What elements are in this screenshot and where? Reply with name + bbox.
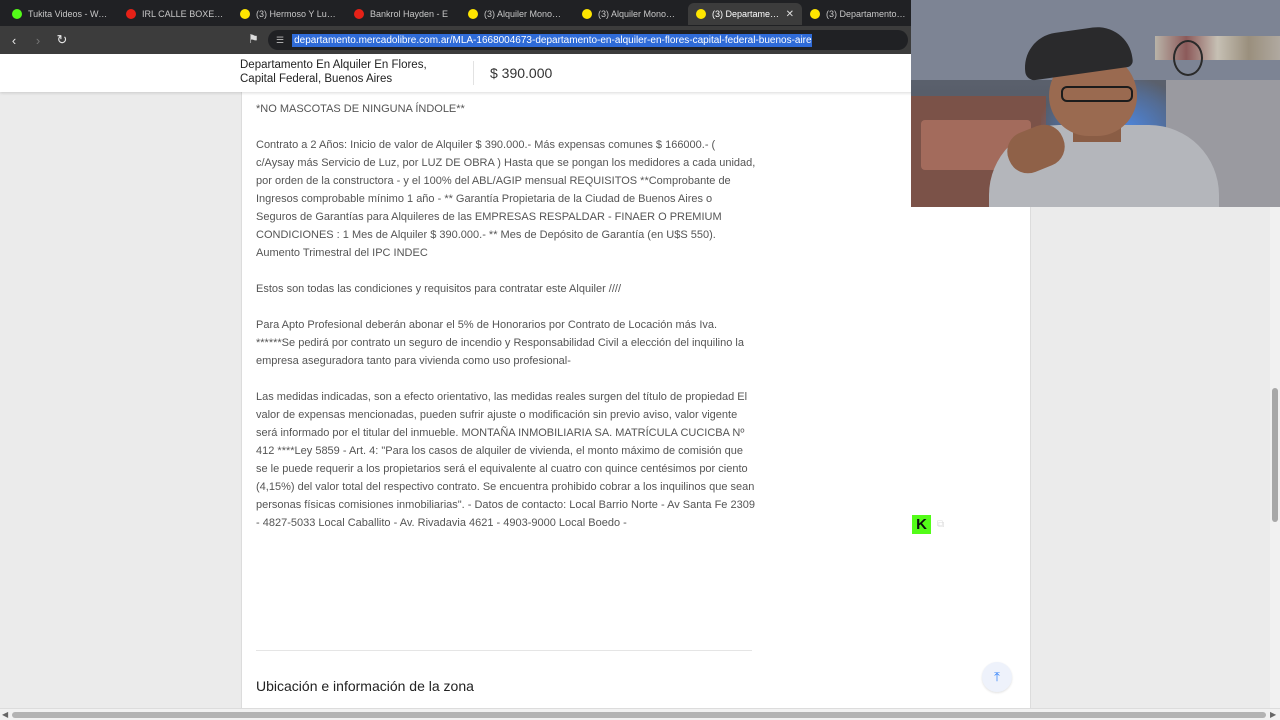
description-paragraph: Contrato a 2 Años: Inicio de valor de Al… [256,139,756,259]
description-paragraph [256,118,756,136]
reload-icon[interactable]: ↻ [52,30,72,50]
tab-label: IRL CALLE BOXEO CON [142,9,224,19]
bookmark-icon[interactable]: ⚑ [248,32,259,46]
mercadolibre-icon [240,9,250,19]
description-paragraph: Las medidas indicadas, son a efecto orie… [256,391,755,529]
vertical-scrollbar-thumb[interactable] [1272,388,1278,522]
forward-icon[interactable]: › [28,30,48,50]
webcam-clock [1173,40,1203,76]
close-icon[interactable]: ✕ [786,9,794,20]
mercadolibre-icon [696,9,706,19]
tab-label: (3) Departamento [712,9,782,19]
webcam-overlay [911,0,1280,207]
scroll-left-icon[interactable]: ◀ [2,710,8,719]
kick-icon [12,9,22,19]
tab-label: (3) Alquiler Monoamb [484,9,566,19]
tab-label: Tukita Videos - Watch [28,9,110,19]
youtube-icon [354,9,364,19]
tab-label: Bankrol Hayden - Ε [370,9,449,19]
arrow-up-icon: ⤒ [994,669,1000,684]
mercadolibre-icon [582,9,592,19]
description-paragraph [256,262,756,280]
kick-overlay: K ⧉ [912,515,944,534]
address-bar[interactable]: ☰ departamento.mercadolibre.com.ar/MLA-1… [268,30,908,50]
description-paragraph: Estos son todas las condiciones y requis… [256,283,622,295]
browser-tab[interactable]: (3) Hermoso Y Lumino [232,3,346,25]
browser-tab[interactable]: IRL CALLE BOXEO CON [118,3,232,25]
kick-icon: K [912,515,931,534]
description-text: *NO MASCOTAS DE NINGUNA ÍNDOLE** Contrat… [256,100,756,532]
description-paragraph: Para Apto Profesional deberán abonar el … [256,319,718,331]
section-title: Ubicación e información de la zona [256,678,474,694]
browser-toolbar: ‹ › ↻ ⚑ ☰ departamento.mercadolibre.com.… [0,26,911,54]
listing-price: $ 390.000 [490,65,553,81]
scroll-top-button[interactable]: ⤒ [982,662,1012,692]
browser-tab[interactable]: Bankrol Hayden - Ε [346,3,460,25]
browser-tab[interactable]: (3) Alquiler Monoamb [460,3,574,25]
section-divider [256,650,752,651]
header-divider [473,61,474,85]
browser-tab[interactable]: Tukita Videos - Watch [4,3,118,25]
listing-title: Departamento En Alquiler En Flores, Capi… [240,59,427,85]
tab-label: (3) Alquiler Monoamb [598,9,680,19]
webcam-person-glasses [1061,86,1133,102]
description-paragraph [256,370,756,388]
horizontal-scrollbar-thumb[interactable] [12,712,1266,718]
share-icon: ⧉ [937,519,945,530]
horizontal-scrollbar[interactable]: ◀ ▶ [0,708,1280,720]
youtube-icon [126,9,136,19]
mercadolibre-icon [468,9,478,19]
back-icon[interactable]: ‹ [4,30,24,50]
url-text[interactable]: departamento.mercadolibre.com.ar/MLA-166… [292,33,813,47]
browser-tab[interactable]: (3) Alquiler Monoamb [574,3,688,25]
mercadolibre-icon [810,9,820,19]
browser-tab[interactable]: (3) Departamento 1 Am [802,3,916,25]
description-paragraph: ******Se pedirá por contrato un seguro d… [256,337,748,367]
tab-label: (3) Hermoso Y Lumino [256,9,338,19]
description-paragraph [256,298,756,316]
browser-tab[interactable]: (3) Departamento ✕ [688,3,802,25]
tab-label: (3) Departamento 1 Am [826,9,908,19]
site-info-icon[interactable]: ☰ [276,35,284,46]
scroll-right-icon[interactable]: ▶ [1270,710,1276,719]
description-paragraph: *NO MASCOTAS DE NINGUNA ÍNDOLE** [256,103,465,115]
